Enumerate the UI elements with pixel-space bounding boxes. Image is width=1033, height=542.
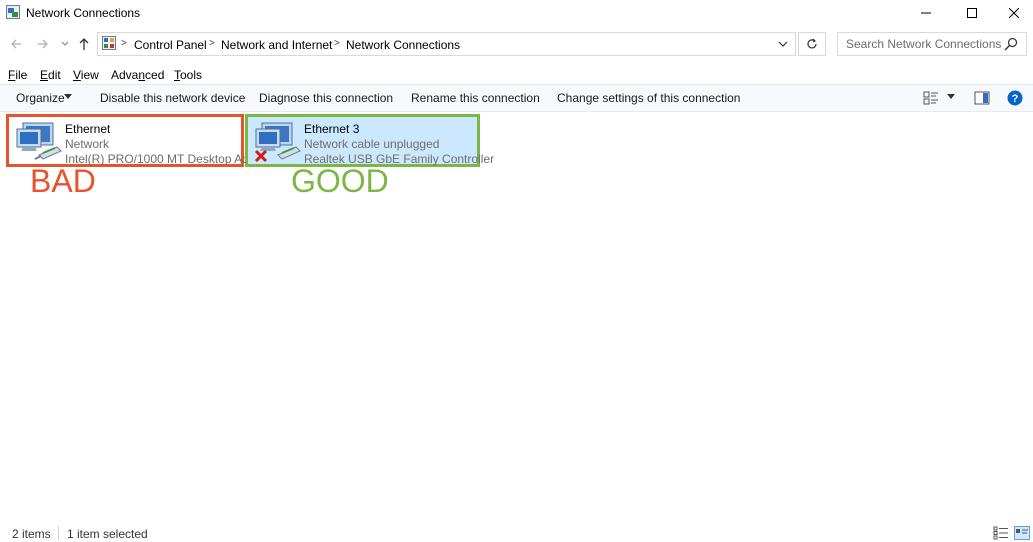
- minimize-icon: [921, 12, 931, 14]
- menu-tools[interactable]: Tools: [174, 68, 202, 82]
- annotation-bad: BAD: [30, 163, 96, 199]
- up-arrow-icon: [79, 38, 89, 50]
- chevron-down-icon: [61, 41, 69, 46]
- organize-button[interactable]: Organize: [16, 91, 65, 105]
- status-item-count: 2 items: [12, 527, 51, 541]
- connection-name: Ethernet 3: [304, 122, 360, 136]
- menu-edit[interactable]: Edit: [40, 68, 61, 82]
- network-adapter-icon: [16, 122, 62, 160]
- menu-advanced[interactable]: Advanced: [111, 68, 164, 82]
- up-button[interactable]: [74, 33, 94, 55]
- forward-button[interactable]: [33, 33, 53, 55]
- control-panel-icon: [102, 36, 116, 50]
- connection-item-ethernet-3[interactable]: Ethernet 3 Network cable unplugged Realt…: [245, 114, 494, 167]
- menu-edit-mnemonic: E: [40, 68, 49, 82]
- details-view-icon[interactable]: [993, 526, 1009, 540]
- maximize-icon: [967, 8, 977, 18]
- menu-view[interactable]: View: [73, 68, 99, 82]
- caret-down-icon[interactable]: [947, 94, 955, 99]
- connection-name: Ethernet: [65, 122, 111, 136]
- refresh-icon: [807, 38, 817, 49]
- disable-device-button[interactable]: Disable this network device: [100, 91, 245, 105]
- rename-connection-button[interactable]: Rename this connection: [411, 91, 540, 105]
- search-input[interactable]: [838, 33, 1006, 55]
- diagnose-connection-button[interactable]: Diagnose this connection: [259, 91, 393, 105]
- recent-locations-button[interactable]: [58, 33, 72, 55]
- menu-file-rest: ile: [15, 68, 28, 82]
- forward-arrow-icon: [38, 39, 48, 49]
- caret-down-icon[interactable]: [64, 94, 72, 99]
- preview-pane-icon[interactable]: [974, 90, 990, 106]
- menu-file[interactable]: File: [8, 68, 27, 82]
- search-icon[interactable]: [1003, 36, 1019, 52]
- menu-tools-rest: ools: [180, 68, 203, 82]
- close-icon: [1009, 8, 1019, 18]
- network-adapter-disconnected-icon: [254, 122, 301, 163]
- status-selected-count: 1 item selected: [67, 527, 148, 541]
- change-settings-button[interactable]: Change settings of this connection: [557, 91, 740, 105]
- network-connections-app-icon: [6, 5, 20, 19]
- menu-view-mnemonic: V: [73, 68, 81, 82]
- help-icon[interactable]: ?: [1007, 90, 1023, 106]
- breadcrumb-separator: >: [121, 38, 127, 49]
- chevron-down-icon: [778, 41, 788, 47]
- menu-view-rest: iew: [80, 68, 99, 82]
- maximize-button[interactable]: [949, 0, 995, 26]
- breadcrumb-separator[interactable]: >: [209, 38, 215, 49]
- view-options-icon[interactable]: [923, 90, 939, 106]
- breadcrumb-separator[interactable]: >: [334, 38, 340, 49]
- back-button[interactable]: [6, 33, 26, 55]
- menu-edit-rest: dit: [48, 68, 61, 82]
- address-dropdown-button[interactable]: [772, 33, 794, 55]
- menu-advanced-pre: Adva: [111, 68, 139, 82]
- connection-item-ethernet[interactable]: Ethernet Network Intel(R) PRO/1000 MT De…: [6, 114, 259, 167]
- status-divider: [58, 526, 59, 540]
- connection-status: Network cable unplugged: [304, 137, 440, 151]
- refresh-button[interactable]: [798, 32, 826, 56]
- close-button[interactable]: [995, 0, 1033, 26]
- breadcrumb-network-connections[interactable]: Network Connections: [346, 38, 460, 52]
- window-title: Network Connections: [26, 6, 141, 20]
- breadcrumb-network-and-internet[interactable]: Network and Internet: [221, 38, 332, 52]
- connection-status: Network: [65, 137, 110, 151]
- svg-text:?: ?: [1012, 93, 1019, 105]
- title-bar: [0, 0, 1033, 26]
- menu-advanced-rest: ced: [145, 68, 165, 82]
- tiles-view-icon[interactable]: [1014, 526, 1030, 540]
- back-arrow-icon: [11, 39, 21, 49]
- annotation-good: GOOD: [291, 163, 389, 199]
- minimize-button[interactable]: [903, 0, 949, 26]
- breadcrumb-control-panel[interactable]: Control Panel: [134, 38, 207, 52]
